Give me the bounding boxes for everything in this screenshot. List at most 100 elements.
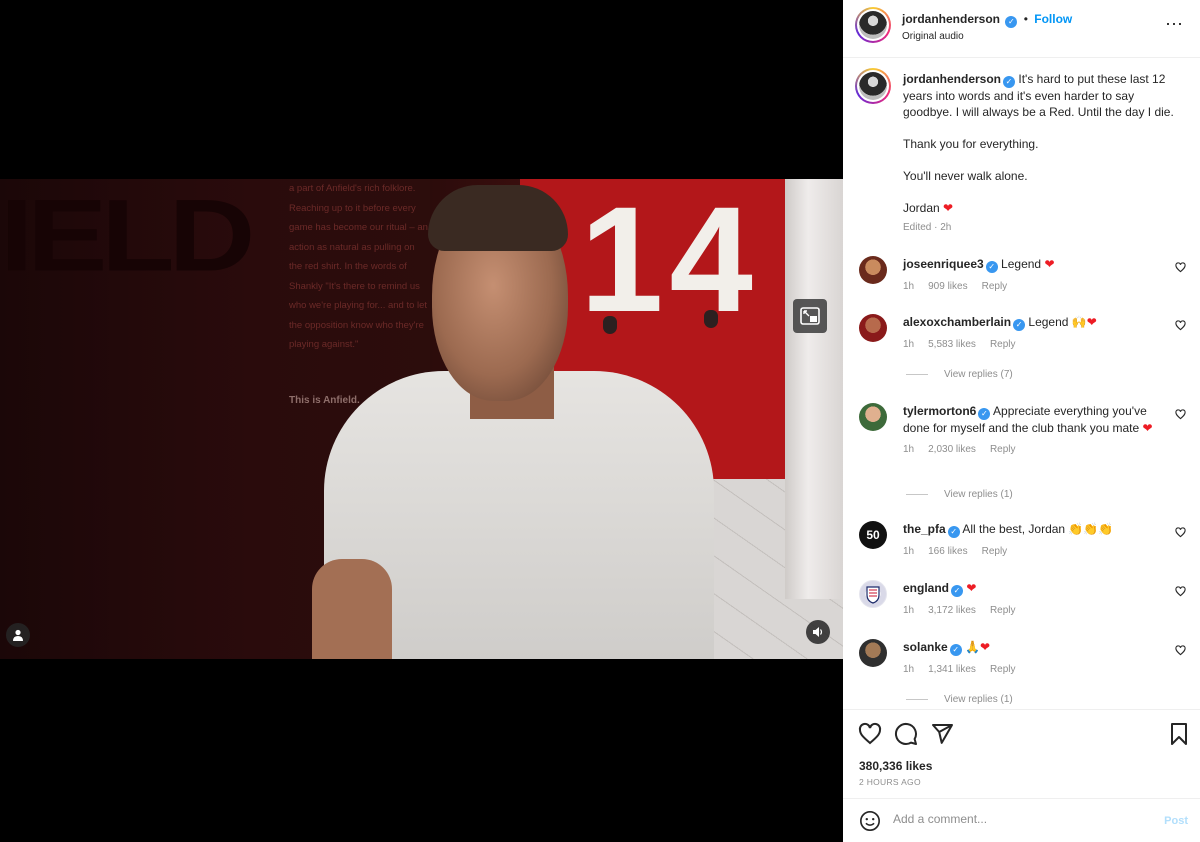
comment-emoji: ❤ — [1044, 257, 1055, 271]
user-icon — [13, 629, 23, 641]
comment-emoji: 🙌❤ — [1071, 315, 1097, 329]
follow-button[interactable]: Follow — [1034, 12, 1072, 26]
comment-likes[interactable]: 1,341 likes — [928, 664, 976, 675]
verified-badge-icon: ✓ — [985, 261, 998, 273]
speaker-icon — [813, 627, 823, 637]
header-separator: • — [1023, 12, 1028, 26]
comment-emoji: 🙏❤ — [965, 640, 991, 654]
commenter-avatar[interactable]: 50 — [859, 521, 887, 549]
comment-like-button[interactable] — [1175, 409, 1186, 423]
comment-time: 1h — [903, 664, 915, 675]
comment-time: 1h — [903, 605, 915, 616]
comments-scroll-area[interactable]: jordanhenderson ✓ It's hard to put these … — [843, 59, 1200, 709]
comment-input[interactable] — [893, 812, 1143, 826]
emoji-icon[interactable] — [859, 810, 881, 832]
comment-emoji: ❤ — [1142, 421, 1153, 435]
view-replies-button[interactable]: View replies (1) — [906, 694, 1013, 705]
league-badge-icon — [603, 316, 617, 334]
person-arm — [312, 559, 392, 659]
comment-text: All the best, Jordan — [962, 522, 1069, 536]
audio-label[interactable]: Original audio — [902, 29, 1072, 45]
post-side-panel: jordanhenderson ✓ • Follow Original audi… — [843, 0, 1200, 842]
comment-icon[interactable] — [894, 722, 918, 746]
comment-likes[interactable]: 3,172 likes — [928, 605, 976, 616]
reply-button[interactable]: Reply — [982, 546, 1008, 557]
commenter-avatar[interactable] — [859, 403, 887, 431]
comment-emoji: ❤ — [966, 581, 977, 595]
video-player[interactable]: IELD a part of Anfield's rich folklore. … — [0, 179, 843, 659]
commenter-username[interactable]: joseenriquee3 — [903, 257, 984, 271]
comment-like-button[interactable] — [1175, 320, 1186, 334]
bookmark-icon[interactable] — [1167, 722, 1191, 746]
caption-avatar[interactable] — [855, 68, 891, 104]
comment-likes[interactable]: 2,030 likes — [928, 444, 976, 455]
comment-time: 1h — [903, 444, 915, 455]
person-hair — [428, 185, 568, 251]
comment-text: Legend — [1028, 315, 1072, 329]
add-comment-bar: Post — [843, 798, 1200, 842]
caption-username[interactable]: jordanhenderson — [903, 72, 1001, 86]
heart-icon — [1175, 645, 1186, 656]
media-viewer: IELD a part of Anfield's rich folklore. … — [0, 0, 843, 842]
reply-button[interactable]: Reply — [990, 664, 1016, 675]
comment-meta: 1h 3,172 likes Reply — [903, 603, 1163, 619]
comment-meta: 1h 909 likes Reply — [903, 279, 1163, 295]
comment-likes[interactable]: 166 likes — [928, 546, 967, 557]
author-line: jordanhenderson ✓ • Follow Original audi… — [902, 11, 1072, 45]
like-count[interactable]: 380,336 likes — [859, 759, 932, 773]
commenter-avatar[interactable] — [859, 580, 887, 608]
comment-body: england ✓ ❤ 1h 3,172 likes Reply — [903, 580, 1163, 619]
share-icon[interactable] — [930, 722, 954, 746]
commenter-avatar[interactable] — [859, 256, 887, 284]
commenter-username[interactable]: solanke — [903, 640, 948, 654]
verified-badge-icon: ✓ — [951, 585, 964, 597]
commenter-username[interactable]: england — [903, 581, 949, 595]
heart-icon — [1175, 409, 1186, 420]
mute-button[interactable] — [806, 620, 830, 644]
commenter-username[interactable]: tylermorton6 — [903, 404, 976, 418]
comment-body: the_pfa ✓ All the best, Jordan 👏👏👏 1h 166 l… — [903, 521, 1163, 560]
comment-text: Legend — [1001, 257, 1045, 271]
reply-button[interactable]: Reply — [990, 444, 1016, 455]
more-options-button[interactable]: ⋯ — [1165, 14, 1184, 35]
view-replies-button[interactable]: View replies (7) — [906, 369, 1013, 380]
commenter-username[interactable]: the_pfa — [903, 522, 946, 536]
commenter-avatar[interactable] — [859, 314, 887, 342]
view-replies-button[interactable]: View replies (1) — [906, 489, 1013, 500]
comment-body: alexoxchamberlain ✓ Legend 🙌❤ 1h 5,583 like… — [903, 314, 1163, 353]
post-comment-button[interactable]: Post — [1164, 815, 1188, 827]
comment-meta: 1h 166 likes Reply — [903, 544, 1163, 560]
comment-likes[interactable]: 909 likes — [928, 281, 967, 292]
comment-like-button[interactable] — [1175, 527, 1186, 541]
commenter-avatar[interactable] — [859, 639, 887, 667]
caption-line: You'll never walk alone. — [903, 169, 1028, 183]
picture-in-picture-button[interactable] — [793, 299, 827, 333]
comment-emoji: 👏👏👏 — [1068, 522, 1114, 536]
reply-button[interactable]: Reply — [982, 281, 1008, 292]
verified-badge-icon: ✓ — [1003, 76, 1016, 88]
tagged-users-button[interactable] — [6, 623, 30, 647]
author-username[interactable]: jordanhenderson — [902, 12, 1000, 26]
comment-likes[interactable]: 5,583 likes — [928, 339, 976, 350]
author-avatar[interactable] — [855, 7, 891, 43]
post-header: jordanhenderson ✓ • Follow Original audi… — [843, 0, 1200, 58]
commenter-username[interactable]: alexoxchamberlain — [903, 315, 1011, 329]
comment-body: joseenriquee3 ✓ Legend ❤ 1h 909 likes Reply — [903, 256, 1163, 295]
verified-badge-icon: ✓ — [978, 408, 991, 420]
comment-like-button[interactable] — [1175, 262, 1186, 276]
comment-body: tylermorton6 ✓ Appreciate everything you'… — [903, 403, 1163, 458]
verified-badge-icon: ✓ — [1005, 16, 1018, 28]
comment-like-button[interactable] — [1175, 645, 1186, 659]
heart-icon[interactable] — [858, 722, 882, 746]
league-badge-icon — [704, 310, 718, 328]
wall-quote: a part of Anfield's rich folklore. Reach… — [289, 183, 428, 350]
more-horizontal-icon: ⋯ — [1165, 14, 1184, 34]
comment-time: 1h — [903, 546, 915, 557]
reply-button[interactable]: Reply — [990, 605, 1016, 616]
verified-badge-icon: ✓ — [947, 526, 960, 538]
reply-button[interactable]: Reply — [990, 339, 1016, 350]
towel — [785, 179, 843, 599]
heart-icon — [1175, 262, 1186, 273]
comment-time: 1h — [903, 339, 915, 350]
comment-like-button[interactable] — [1175, 586, 1186, 600]
